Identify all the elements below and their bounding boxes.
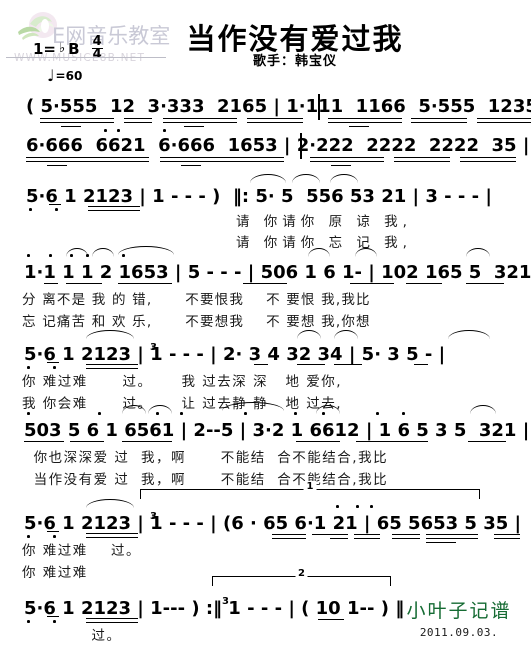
- first-ending-bracket: 1: [140, 481, 480, 499]
- lyrics-verse-1: 请 你请你 原 谅 我,: [236, 214, 412, 230]
- triplet-marker: 3: [222, 596, 229, 607]
- lyrics-verse-2: 当作没有爱 过 我，啊 不能结 合不能结合,我比: [22, 472, 389, 488]
- transcriber-name: 小叶子记谱: [406, 600, 512, 622]
- transcription-date: 2011.09.03.: [419, 626, 499, 639]
- lyrics-verse-1: 你也深深爱 过 我，啊 不能结 合不能结合,我比: [22, 450, 389, 466]
- lyrics-verse-2: 我 你会难 过。 让 过去静 静 地 过去,: [22, 396, 343, 412]
- lyrics-verse-1: 分 离不是 我 的 错, 不要恨我 不 要恨 我,我比: [22, 292, 371, 308]
- ending-label: 2: [295, 568, 308, 579]
- notes-line: 1·1 1 1 2 1653 | 5 - - - | 506 1 6 1- | …: [24, 262, 531, 283]
- notes-line: 5·6 1 2123 | 1--- ) :‖ 1 - - - | ( 10 1-…: [24, 598, 405, 619]
- notes-line: ( 5·555 12 3·333 2165 | 1·111 1166 5·555…: [26, 96, 531, 117]
- triplet-marker: 3: [150, 342, 157, 353]
- notes-line: 5·6 1 2123 | 1 - - - | 2· 3 4 32 34 | 5·…: [24, 344, 446, 365]
- lyrics-verse-2: 你 难过难: [22, 565, 88, 581]
- triplet-marker: 3: [150, 511, 157, 522]
- lyrics-verse-2: 忘 记痛苦 和 欢 乐, 不要想我 不 要想 我,你想: [22, 314, 371, 330]
- second-ending-bracket: 2: [212, 568, 391, 586]
- notes-line: 5·6 1 2123 | 1 - - - | (6 · 65 6·1 21 | …: [24, 513, 522, 534]
- lyrics-verse-1: 你 难过难 过。: [22, 543, 141, 559]
- transcriber-credit: 小叶子记谱 2011.09.03.: [395, 596, 523, 639]
- score-area: ( 5·555 12 3·333 2165 | 1·111 1166 5·555…: [0, 0, 531, 651]
- ending-label: 1: [303, 481, 317, 492]
- lyrics-verse-1: 过。: [22, 628, 122, 644]
- notes-line: 6·666 6621 6·666 1653 | 2·222 2222 2222 …: [26, 135, 530, 156]
- notes-line: 503 5 6 1 6561 | 2--5 | 3·2 1 6612 | 1 6…: [24, 420, 530, 441]
- lyrics-verse-1: 你 难过难 过。 我 过去深 深 地 爱你,: [22, 374, 343, 390]
- notes-line: 5·6 1 2123 | 1 - - - ) ‖: 5· 5 556 53 21…: [26, 186, 492, 207]
